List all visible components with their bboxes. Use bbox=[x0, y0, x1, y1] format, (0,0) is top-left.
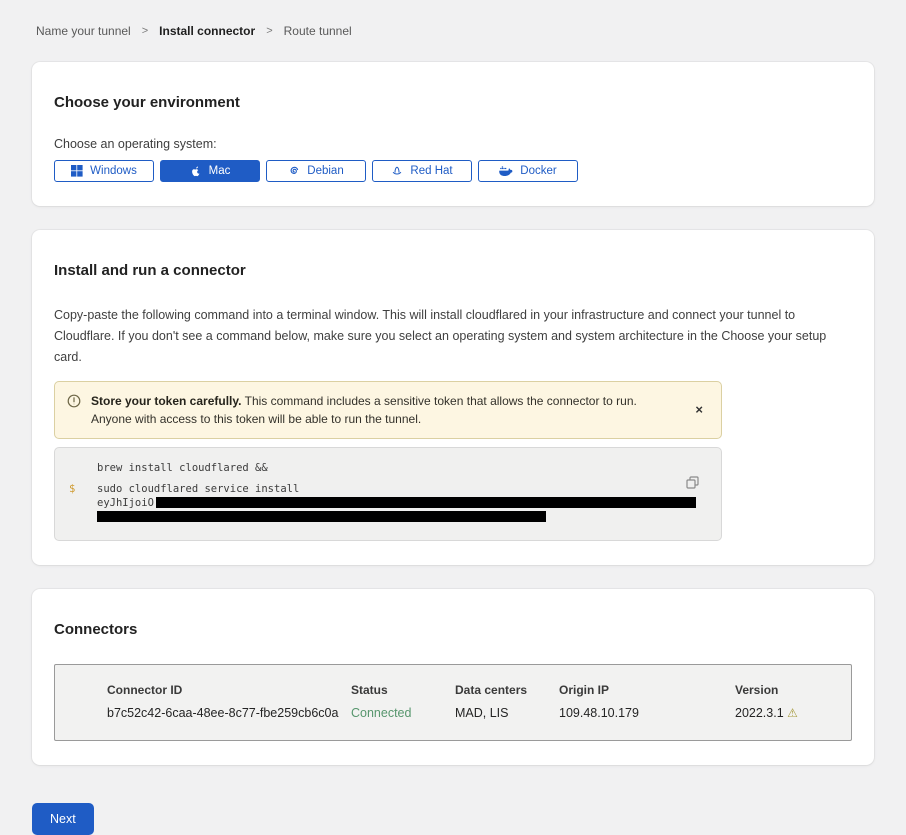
debian-logo-icon bbox=[288, 165, 300, 177]
info-circle-icon bbox=[67, 394, 81, 411]
install-connector-card: Install and run a connector Copy-paste t… bbox=[32, 230, 874, 565]
breadcrumb-install-connector[interactable]: Install connector bbox=[159, 24, 255, 38]
code-prompt: $ bbox=[69, 482, 83, 496]
code-line-sudo: sudo cloudflared service install bbox=[97, 482, 707, 496]
redacted-token-bar bbox=[97, 511, 546, 522]
header-data-centers: Data centers bbox=[455, 683, 559, 697]
docker-logo-icon bbox=[499, 166, 513, 177]
token-warning-text: Store your token carefully. This command… bbox=[91, 392, 679, 428]
os-button-label: Windows bbox=[90, 165, 137, 177]
code-gutter bbox=[69, 496, 83, 510]
os-button-redhat[interactable]: Red Hat bbox=[372, 160, 472, 182]
code-line-brew: brew install cloudflared && bbox=[97, 461, 707, 475]
token-warning-banner: Store your token carefully. This command… bbox=[54, 381, 722, 439]
breadcrumb-separator: > bbox=[142, 25, 148, 37]
header-connector-id: Connector ID bbox=[107, 683, 351, 697]
header-status: Status bbox=[351, 683, 455, 697]
code-line-token-2 bbox=[97, 510, 707, 524]
install-card-title: Install and run a connector bbox=[54, 262, 852, 279]
connectors-table: Connector ID Status Data centers Origin … bbox=[54, 664, 852, 741]
breadcrumb: Name your tunnel > Install connector > R… bbox=[0, 0, 906, 38]
code-line-token: eyJhIjoiO bbox=[97, 496, 707, 510]
status-badge: Connected bbox=[351, 706, 455, 720]
os-button-label: Red Hat bbox=[410, 165, 452, 177]
breadcrumb-separator: > bbox=[266, 25, 272, 37]
cell-version: 2022.3.1 ⚠ bbox=[735, 706, 831, 720]
redacted-token-bar bbox=[156, 497, 696, 508]
install-card-description: Copy-paste the following command into a … bbox=[54, 305, 852, 368]
os-select-label: Choose an operating system: bbox=[54, 137, 852, 151]
breadcrumb-route-tunnel[interactable]: Route tunnel bbox=[284, 24, 352, 38]
copy-icon[interactable] bbox=[686, 476, 699, 492]
header-origin-ip: Origin IP bbox=[559, 683, 735, 697]
os-button-label: Debian bbox=[307, 165, 343, 177]
connectors-table-header-row: Connector ID Status Data centers Origin … bbox=[107, 683, 831, 697]
close-icon[interactable]: × bbox=[689, 400, 709, 419]
version-value: 2022.3.1 bbox=[735, 706, 784, 720]
os-button-debian[interactable]: Debian bbox=[266, 160, 366, 182]
install-command-code-block: brew install cloudflared && $ sudo cloud… bbox=[54, 447, 722, 541]
cell-connector-id: b7c52c42-6caa-48ee-8c77-fbe259cb6c0a bbox=[107, 706, 351, 720]
token-warning-title: Store your token carefully. bbox=[91, 394, 242, 408]
breadcrumb-name-your-tunnel[interactable]: Name your tunnel bbox=[36, 24, 131, 38]
version-warning-icon: ⚠ bbox=[787, 706, 798, 720]
environment-card-title: Choose your environment bbox=[54, 94, 852, 111]
redhat-logo-icon bbox=[391, 165, 403, 177]
code-gutter bbox=[69, 510, 83, 524]
footer: Next bbox=[32, 803, 906, 835]
os-button-group: Windows Mac Debian Red Hat Docker bbox=[54, 160, 852, 182]
table-row: b7c52c42-6caa-48ee-8c77-fbe259cb6c0a Con… bbox=[107, 706, 831, 720]
windows-logo-icon bbox=[71, 165, 83, 177]
connectors-card: Connectors Connector ID Status Data cent… bbox=[32, 589, 874, 765]
choose-environment-card: Choose your environment Choose an operat… bbox=[32, 62, 874, 206]
token-prefix: eyJhIjoiO bbox=[97, 497, 154, 509]
connectors-card-title: Connectors bbox=[54, 621, 852, 638]
cell-origin-ip: 109.48.10.179 bbox=[559, 706, 735, 720]
os-button-mac[interactable]: Mac bbox=[160, 160, 260, 182]
os-button-docker[interactable]: Docker bbox=[478, 160, 578, 182]
os-button-label: Docker bbox=[520, 165, 556, 177]
cell-data-centers: MAD, LIS bbox=[455, 706, 559, 720]
next-button[interactable]: Next bbox=[32, 803, 94, 835]
code-gutter bbox=[69, 461, 83, 475]
os-button-windows[interactable]: Windows bbox=[54, 160, 154, 182]
header-version: Version bbox=[735, 683, 831, 697]
apple-logo-icon bbox=[190, 165, 202, 178]
os-button-label: Mac bbox=[209, 165, 231, 177]
